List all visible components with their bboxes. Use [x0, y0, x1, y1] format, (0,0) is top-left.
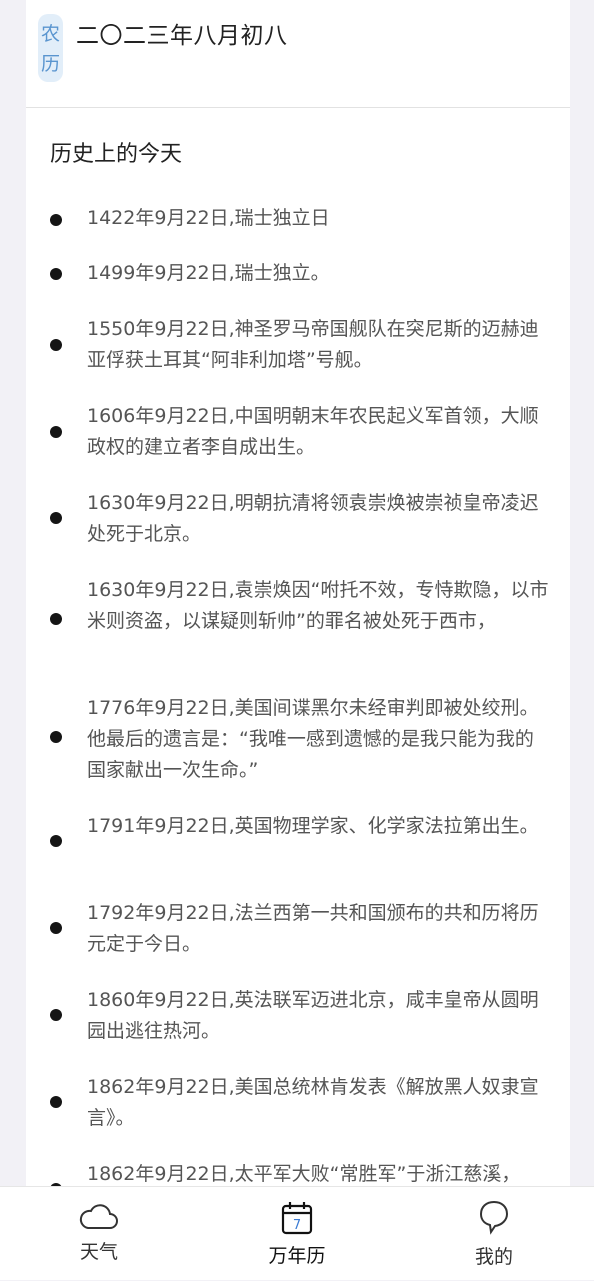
- event-text: 1776年9月22日,美国间谍黑尔未经审判即被处绞刑。他最后的遗言是：“我唯一感…: [87, 697, 539, 781]
- bullet-icon: [50, 214, 62, 226]
- event-text: 1630年9月22日,明朝抗清将领袁崇焕被崇祯皇帝凌迟处死于北京。: [87, 492, 539, 545]
- bullet-icon: [50, 835, 62, 847]
- bullet-icon: [50, 1096, 62, 1108]
- content-card: 农 历 二〇二三年八月初八 历史上的今天 1422年9月22日,瑞士独立日 14…: [26, 0, 570, 1186]
- event-text: 1791年9月22日,英国物理学家、化学家法拉第出生。: [87, 815, 539, 837]
- event-text: 1630年9月22日,袁崇焕因“咐托不效，专恃欺隐，以市米则资盗，以谋疑则斩帅”…: [87, 579, 549, 632]
- event-text: 1422年9月22日,瑞士独立日: [87, 207, 330, 229]
- event-text: 1862年9月22日,太平军大败“常胜军”于浙江慈溪，: [87, 1163, 521, 1185]
- tab-weather-label: 天气: [79, 1241, 118, 1263]
- event-text: 1860年9月22日,英法联军迈进北京，咸丰皇帝从圆明园出逃往热河。: [87, 989, 539, 1042]
- bullet-icon: [50, 922, 62, 934]
- calendar-icon: 7: [281, 1202, 313, 1235]
- tab-mine-label: 我的: [474, 1246, 513, 1268]
- bullet-icon: [50, 268, 62, 280]
- bullet-icon: [50, 339, 62, 351]
- bullet-icon: [50, 1009, 62, 1021]
- lunar-date-row: 农 历 二〇二三年八月初八: [26, 0, 570, 108]
- event-text: 1862年9月22日,美国总统林肯发表《解放黑人奴隶宣言》。: [87, 1076, 539, 1129]
- calendar-icon-day: 7: [293, 1218, 301, 1233]
- lunar-date: 二〇二三年八月初八: [76, 23, 288, 49]
- lunar-badge-top: 农: [40, 23, 60, 45]
- event-text: 1499年9月22日,瑞士独立。: [87, 262, 330, 284]
- event-text: 1550年9月22日,神圣罗马帝国舰队在突尼斯的迈赫迪亚俘获土耳其“阿非利加塔”…: [87, 318, 539, 371]
- lunar-badge: 农 历: [38, 14, 63, 82]
- tab-calendar[interactable]: 7 万年历: [227, 1187, 367, 1281]
- bullet-icon: [50, 731, 62, 743]
- bottom-tab-bar: 天气 7 万年历 我的: [0, 1186, 594, 1280]
- bullet-icon: [50, 613, 62, 625]
- cloud-icon: [79, 1204, 118, 1229]
- event-text: 1792年9月22日,法兰西第一共和国颁布的共和历将历元定于今日。: [87, 902, 539, 955]
- history-title: 历史上的今天: [50, 142, 183, 167]
- bullet-icon: [50, 426, 62, 438]
- chat-bubble-icon: [479, 1200, 509, 1235]
- bullet-icon: [50, 512, 62, 524]
- tab-mine[interactable]: 我的: [424, 1187, 564, 1281]
- tab-weather[interactable]: 天气: [29, 1187, 169, 1281]
- tab-calendar-label: 万年历: [268, 1245, 326, 1267]
- lunar-badge-bottom: 历: [40, 53, 60, 75]
- event-text: 1606年9月22日,中国明朝末年农民起义军首领，大顺政权的建立者李自成出生。: [87, 405, 539, 458]
